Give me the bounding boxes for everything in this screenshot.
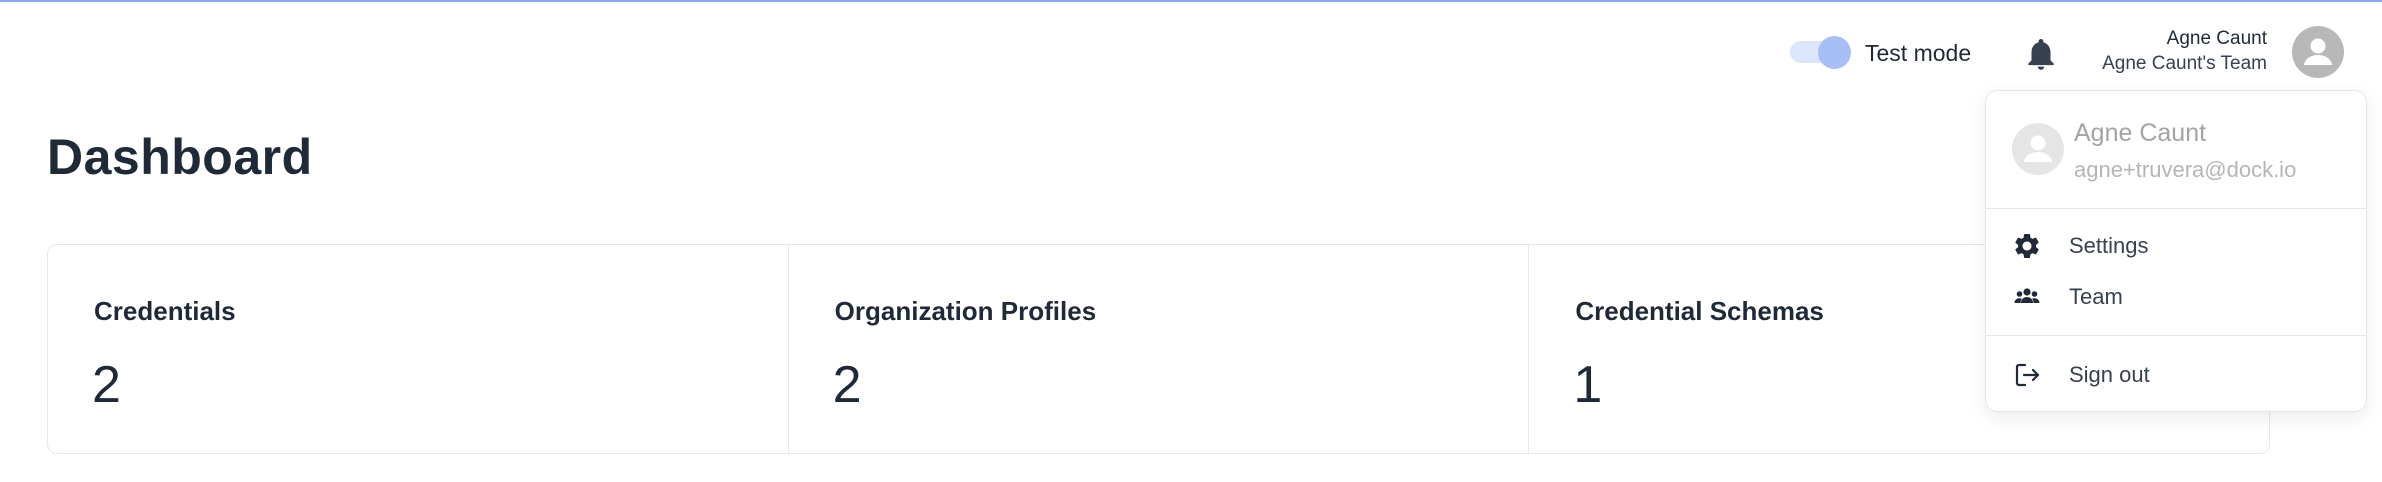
top-header: Test mode Agne Caunt Agne Caunt's Team [0, 0, 2382, 100]
page-title: Dashboard [47, 129, 313, 185]
test-mode-label: Test mode [1865, 40, 1972, 66]
user-avatar-icon [2024, 135, 2052, 162]
stat-card-organization-profiles[interactable]: Organization Profiles 2 [789, 245, 1530, 453]
menu-item-team[interactable]: Team [1986, 272, 2366, 320]
menu-item-sign-out[interactable]: Sign out [1986, 350, 2366, 398]
stat-label: Organization Profiles [834, 296, 1097, 326]
avatar[interactable] [2292, 26, 2344, 78]
sign-out-icon [2015, 363, 2040, 387]
menu-item-label: Team [2069, 284, 2123, 309]
stat-value: 2 [832, 356, 862, 414]
stats-panel: Credentials 2 Organization Profiles 2 Cr… [47, 244, 2270, 454]
toggle-knob [1818, 36, 1851, 69]
avatar [2012, 123, 2064, 175]
app-page: Test mode Agne Caunt Agne Caunt's Team D… [0, 0, 2382, 482]
team-icon [2014, 288, 2040, 303]
menu-divider [1986, 335, 2366, 336]
notifications-bell-icon[interactable] [2022, 34, 2060, 74]
user-menu-trigger[interactable]: Agne Caunt Agne Caunt's Team [2102, 26, 2267, 77]
menu-item-label: Sign out [2069, 362, 2150, 387]
menu-item-settings[interactable]: Settings [1986, 221, 2366, 269]
dropdown-user-info: Agne Caunt agne+truvera@dock.io [1986, 91, 2366, 209]
stat-label: Credentials [94, 296, 236, 326]
header-user-name: Agne Caunt [2166, 28, 2267, 49]
user-dropdown-menu: Agne Caunt agne+truvera@dock.io Settings… [1985, 90, 2367, 412]
test-mode-toggle[interactable] [1790, 36, 1851, 69]
menu-item-label: Settings [2069, 233, 2149, 258]
stat-label: Credential Schemas [1575, 296, 1824, 326]
user-avatar-icon [2304, 38, 2332, 65]
header-user-team: Agne Caunt's Team [2102, 53, 2267, 74]
stat-card-credentials[interactable]: Credentials 2 [48, 245, 789, 453]
gear-icon [2015, 234, 2039, 258]
stat-value: 2 [92, 356, 121, 414]
dropdown-user-name: Agne Caunt [2074, 119, 2207, 147]
stat-value: 1 [1573, 356, 1603, 414]
dropdown-user-email: agne+truvera@dock.io [2074, 157, 2297, 182]
